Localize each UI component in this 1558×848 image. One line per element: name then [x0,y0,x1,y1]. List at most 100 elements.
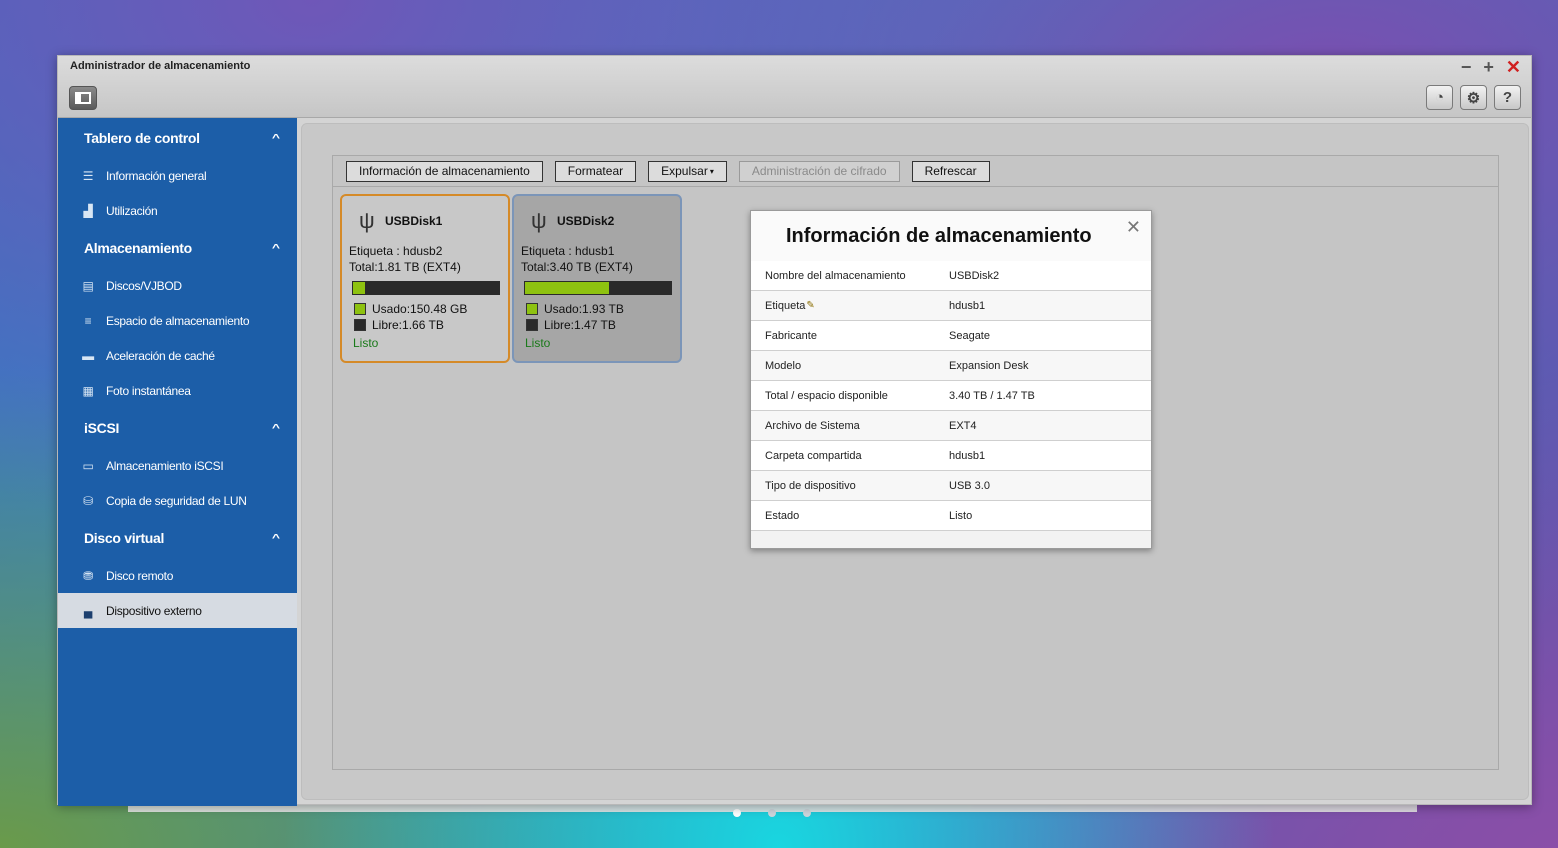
help-button[interactable]: ? [1494,85,1521,110]
disk-label: Etiqueta : hdusb1 [521,244,615,258]
sidebar: Tablero de control ^ ☰ Información gener… [58,118,297,806]
encryption-button[interactable]: Administración de cifrado [738,160,900,182]
used-text: Usado:1.93 TB [544,302,624,316]
section-title: Almacenamiento [84,240,192,256]
eject-label: Expulsar [661,164,708,178]
free-text: Libre:1.66 TB [372,318,444,332]
info-key: Tipo de dispositivo [765,479,856,492]
disk-total: Total:1.81 TB (EXT4) [349,260,461,274]
section-iscsi[interactable]: iSCSI ^ [58,408,297,448]
settings-button[interactable]: ⚙ [1460,85,1487,110]
edit-icon[interactable]: ✎ [806,300,814,311]
info-value: hdusb1 [949,449,986,462]
minimize-icon[interactable]: − [1461,58,1472,76]
info-value: EXT4 [949,419,977,432]
info-key: Carpeta compartida [765,449,862,462]
disk-card-usbdisk2[interactable]: ψ USBDisk2 Etiqueta : hdusb1 Total:3.40 … [512,194,682,363]
format-button[interactable]: Formatear [554,160,637,182]
disk-status: Listo [525,336,551,350]
sidebar-item-label: Discos/VJBOD [106,278,182,293]
info-row: Nombre del almacenamiento USBDisk2 [751,261,1151,291]
info-value: USB 3.0 [949,479,990,492]
chevron-up-icon[interactable]: ^ [272,423,280,434]
sidebar-item-lun-backup[interactable]: ⛁ Copia de seguridad de LUN [58,483,297,518]
info-row: Total / espacio disponible 3.40 TB / 1.47… [751,381,1151,411]
sidebar-item-label: Dispositivo externo [106,603,202,618]
section-virtual-disk[interactable]: Disco virtual ^ [58,518,297,558]
info-key: Nombre del almacenamiento [765,269,906,282]
chevron-up-icon[interactable]: ^ [272,243,280,254]
disk-name: USBDisk2 [557,214,615,228]
list-icon: ☰ [82,168,94,183]
sidebar-item-storage-space[interactable]: ≡ Espacio de almacenamiento [58,303,297,338]
sidebar-item-utilization[interactable]: ▟ Utilización [58,193,297,228]
gear-icon: ⚙ [1466,89,1481,107]
free-swatch [354,319,366,331]
sidebar-toggle-button[interactable] [69,86,97,110]
disk-card-usbdisk1[interactable]: ψ USBDisk1 Etiqueta : hdusb2 Total:1.81 … [340,194,510,363]
section-title: iSCSI [84,420,120,436]
usage-bar-fill [525,282,610,294]
sidebar-item-label: Foto instantánea [106,383,191,398]
info-key: Total / espacio disponible [765,389,888,402]
section-dashboard[interactable]: Tablero de control ^ [58,118,297,158]
section-title: Tablero de control [84,130,200,146]
sidebar-item-iscsi-storage[interactable]: ▭ Almacenamiento iSCSI [58,448,297,483]
titlebar: Administrador de almacenamiento − + ✕ ◔ … [58,56,1531,118]
sidebar-item-remote-disk[interactable]: ⛃ Disco remoto [58,558,297,593]
usage-bar [524,281,672,295]
desktop-page-dots[interactable] [733,809,811,817]
close-icon[interactable]: ✕ [1126,217,1141,238]
info-value: 3.40 TB / 1.47 TB [949,389,1035,402]
chart-icon: ▟ [83,203,93,218]
sidebar-item-snapshot[interactable]: ▦ Foto instantánea [58,373,297,408]
info-key: Modelo [765,359,802,372]
info-row: Etiqueta✎ hdusb1 [751,291,1151,321]
info-value: Listo [949,509,973,522]
info-row: Fabricante Seagate [751,321,1151,351]
usage-legend: Usado:1.93 TB Libre:1.47 TB [521,301,673,333]
info-row: Estado Listo [751,501,1151,531]
window-controls: − + ✕ [1461,58,1521,76]
sidebar-item-label: Espacio de almacenamiento [106,313,250,328]
disk-total: Total:3.40 TB (EXT4) [521,260,633,274]
storage-info-button[interactable]: Información de almacenamiento [346,160,543,182]
sidebar-item-label: Copia de seguridad de LUN [106,493,247,508]
section-storage[interactable]: Almacenamiento ^ [58,228,297,268]
stack-icon: ≡ [84,313,92,328]
qfinder-button[interactable]: ◔ [1426,85,1453,110]
eject-button[interactable]: Expulsar ▾ [648,160,727,182]
close-icon[interactable]: ✕ [1506,58,1521,76]
used-swatch [354,303,366,315]
disk-header: ψ USBDisk1 [349,204,501,238]
disk-header: ψ USBDisk2 [521,204,673,238]
sidebar-item-label: Almacenamiento iSCSI [106,458,224,473]
sidebar-item-label: Utilización [106,203,158,218]
swirl-icon: ◔ [1434,89,1445,106]
snapshot-icon: ▦ [82,383,94,398]
sidebar-item-disks[interactable]: ▤ Discos/VJBOD [58,268,297,303]
iscsi-icon: ▭ [82,458,94,473]
backup-icon: ⛁ [83,493,93,508]
info-key-label: Etiqueta✎ [751,300,949,312]
storage-info-dialog: Información de almacenamiento ✕ Nombre d… [750,210,1152,549]
sidebar-item-overview[interactable]: ☰ Información general [58,158,297,193]
maximize-icon[interactable]: + [1483,58,1494,76]
disk-icon: ▤ [82,278,94,293]
sidebar-item-external-device[interactable]: ▄ Dispositivo externo [58,593,297,628]
chevron-up-icon[interactable]: ^ [272,133,280,144]
info-value: Expansion Desk [949,359,1029,372]
dialog-title: Información de almacenamiento [751,211,1151,261]
free-text: Libre:1.47 TB [544,318,616,332]
tool-icons: ◔ ⚙ ? [1426,85,1521,110]
info-row: Archivo de Sistema EXT4 [751,411,1151,441]
legend-used: Usado:1.93 TB [526,301,673,317]
sidebar-item-cache[interactable]: ▬ Aceleración de caché [58,338,297,373]
info-value: Seagate [949,329,990,342]
refresh-button[interactable]: Refrescar [911,160,990,182]
info-key: Estado [765,509,800,522]
external-device-icon: ▄ [83,603,93,618]
chevron-up-icon[interactable]: ^ [272,533,280,544]
used-swatch [526,303,538,315]
used-text: Usado:150.48 GB [372,302,468,316]
